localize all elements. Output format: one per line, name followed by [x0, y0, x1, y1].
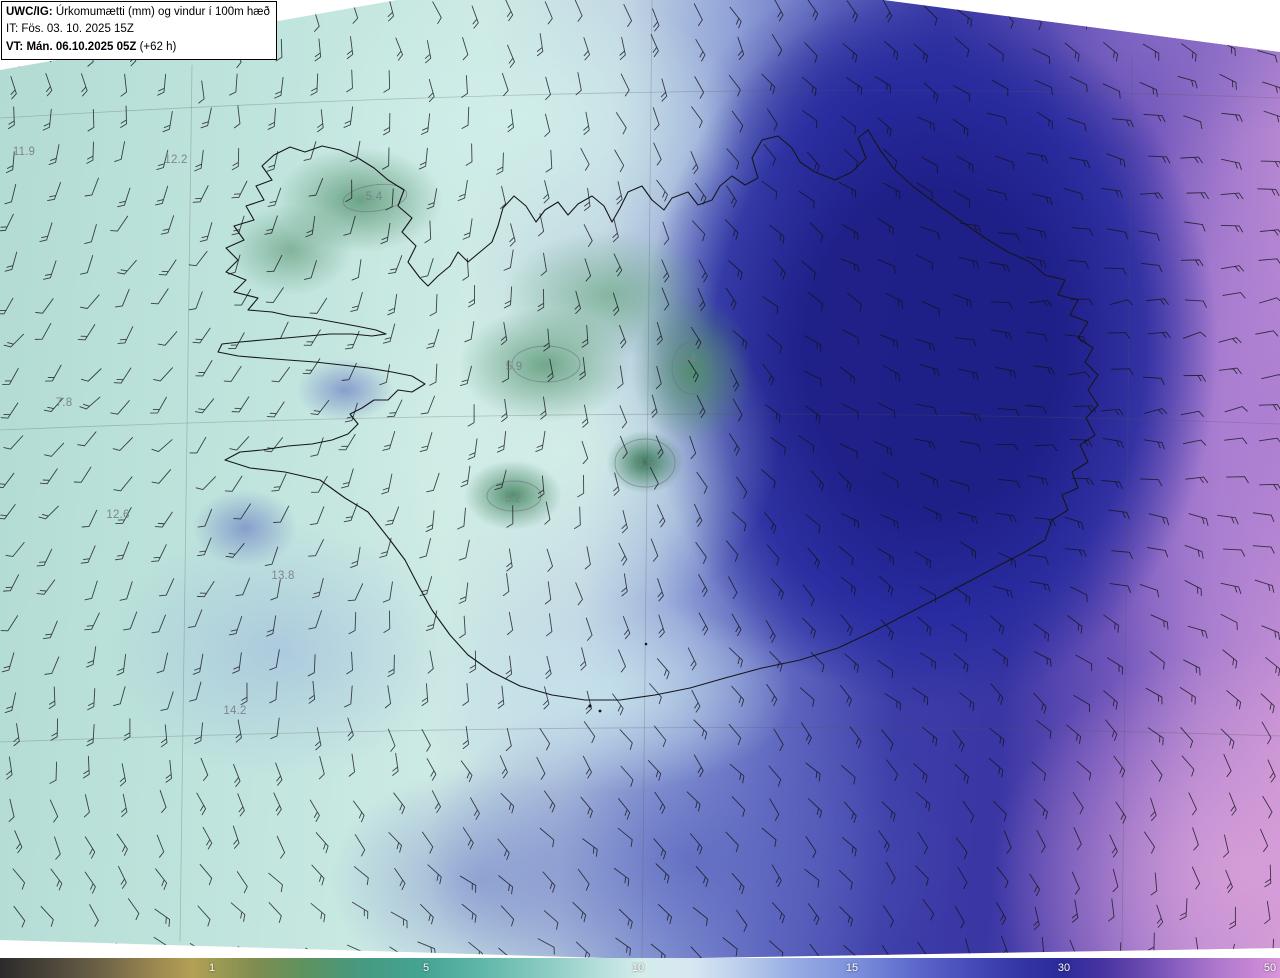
map-canvas: 11.9 12.2 5.4 7.8 5.9 5.4 4.5 5.2 12.6 13.8 14.2 — [0, 0, 1280, 959]
colorbar-tick: 30 — [1057, 961, 1071, 974]
title-box: UWC/IG: Úrkomumætti (mm) og vindur í 100… — [1, 1, 277, 60]
precip-value-label: 11.9 — [12, 146, 36, 158]
precip-value-label: 5.2 — [504, 493, 522, 505]
precip-value-label: 4.5 — [636, 458, 654, 470]
colorbar-tick: 5 — [422, 961, 430, 974]
precip-value-label: 14.2 — [223, 705, 247, 717]
wind-barb — [1265, 4, 1280, 23]
value-labels-layer: 11.9 12.2 5.4 7.8 5.9 5.4 4.5 5.2 12.6 13.8 14.2 — [0, 0, 1280, 959]
precip-value-label: 5.4 — [679, 354, 697, 366]
colorbar-tick: 1 — [208, 961, 216, 974]
colorbar-tick: 10 — [631, 961, 645, 974]
wind-barb — [1151, 2, 1168, 21]
precip-value-label: 12.6 — [106, 509, 130, 521]
precip-value-label: 13.8 — [271, 570, 295, 582]
model-name: UWC/IG: — [6, 6, 53, 18]
colorbar: 1 5 10 15 30 50 — [0, 958, 1280, 978]
weather-map-page: 11.9 12.2 5.4 7.8 5.9 5.4 4.5 5.2 12.6 13.8 14.2 U… — [0, 0, 1280, 978]
wind-barb — [1220, 11, 1237, 29]
precip-value-label: 5.9 — [505, 361, 523, 373]
valid-time-line: VT: Mán. 06.10.2025 05Z (+62 h) — [6, 39, 270, 56]
colorbar-tick: 15 — [845, 961, 859, 974]
colorbar-tick: 50 — [1263, 961, 1277, 974]
title-line: UWC/IG: Úrkomumætti (mm) og vindur í 100… — [6, 4, 270, 21]
lead-time: (+62 h) — [136, 40, 177, 53]
precip-value-label: 7.8 — [55, 397, 73, 409]
precip-value-label: 5.4 — [365, 191, 383, 203]
map-title: Úrkomumætti (mm) og vindur í 100m hæð — [52, 6, 270, 18]
wind-barb — [1182, 10, 1201, 26]
valid-time: VT: Mán. 06.10.2025 05Z — [6, 40, 137, 53]
precip-value-label: 12.2 — [164, 154, 188, 166]
wind-barb — [1107, 3, 1125, 20]
init-time-line: IT: Fös. 03. 10. 2025 15Z — [6, 23, 134, 36]
